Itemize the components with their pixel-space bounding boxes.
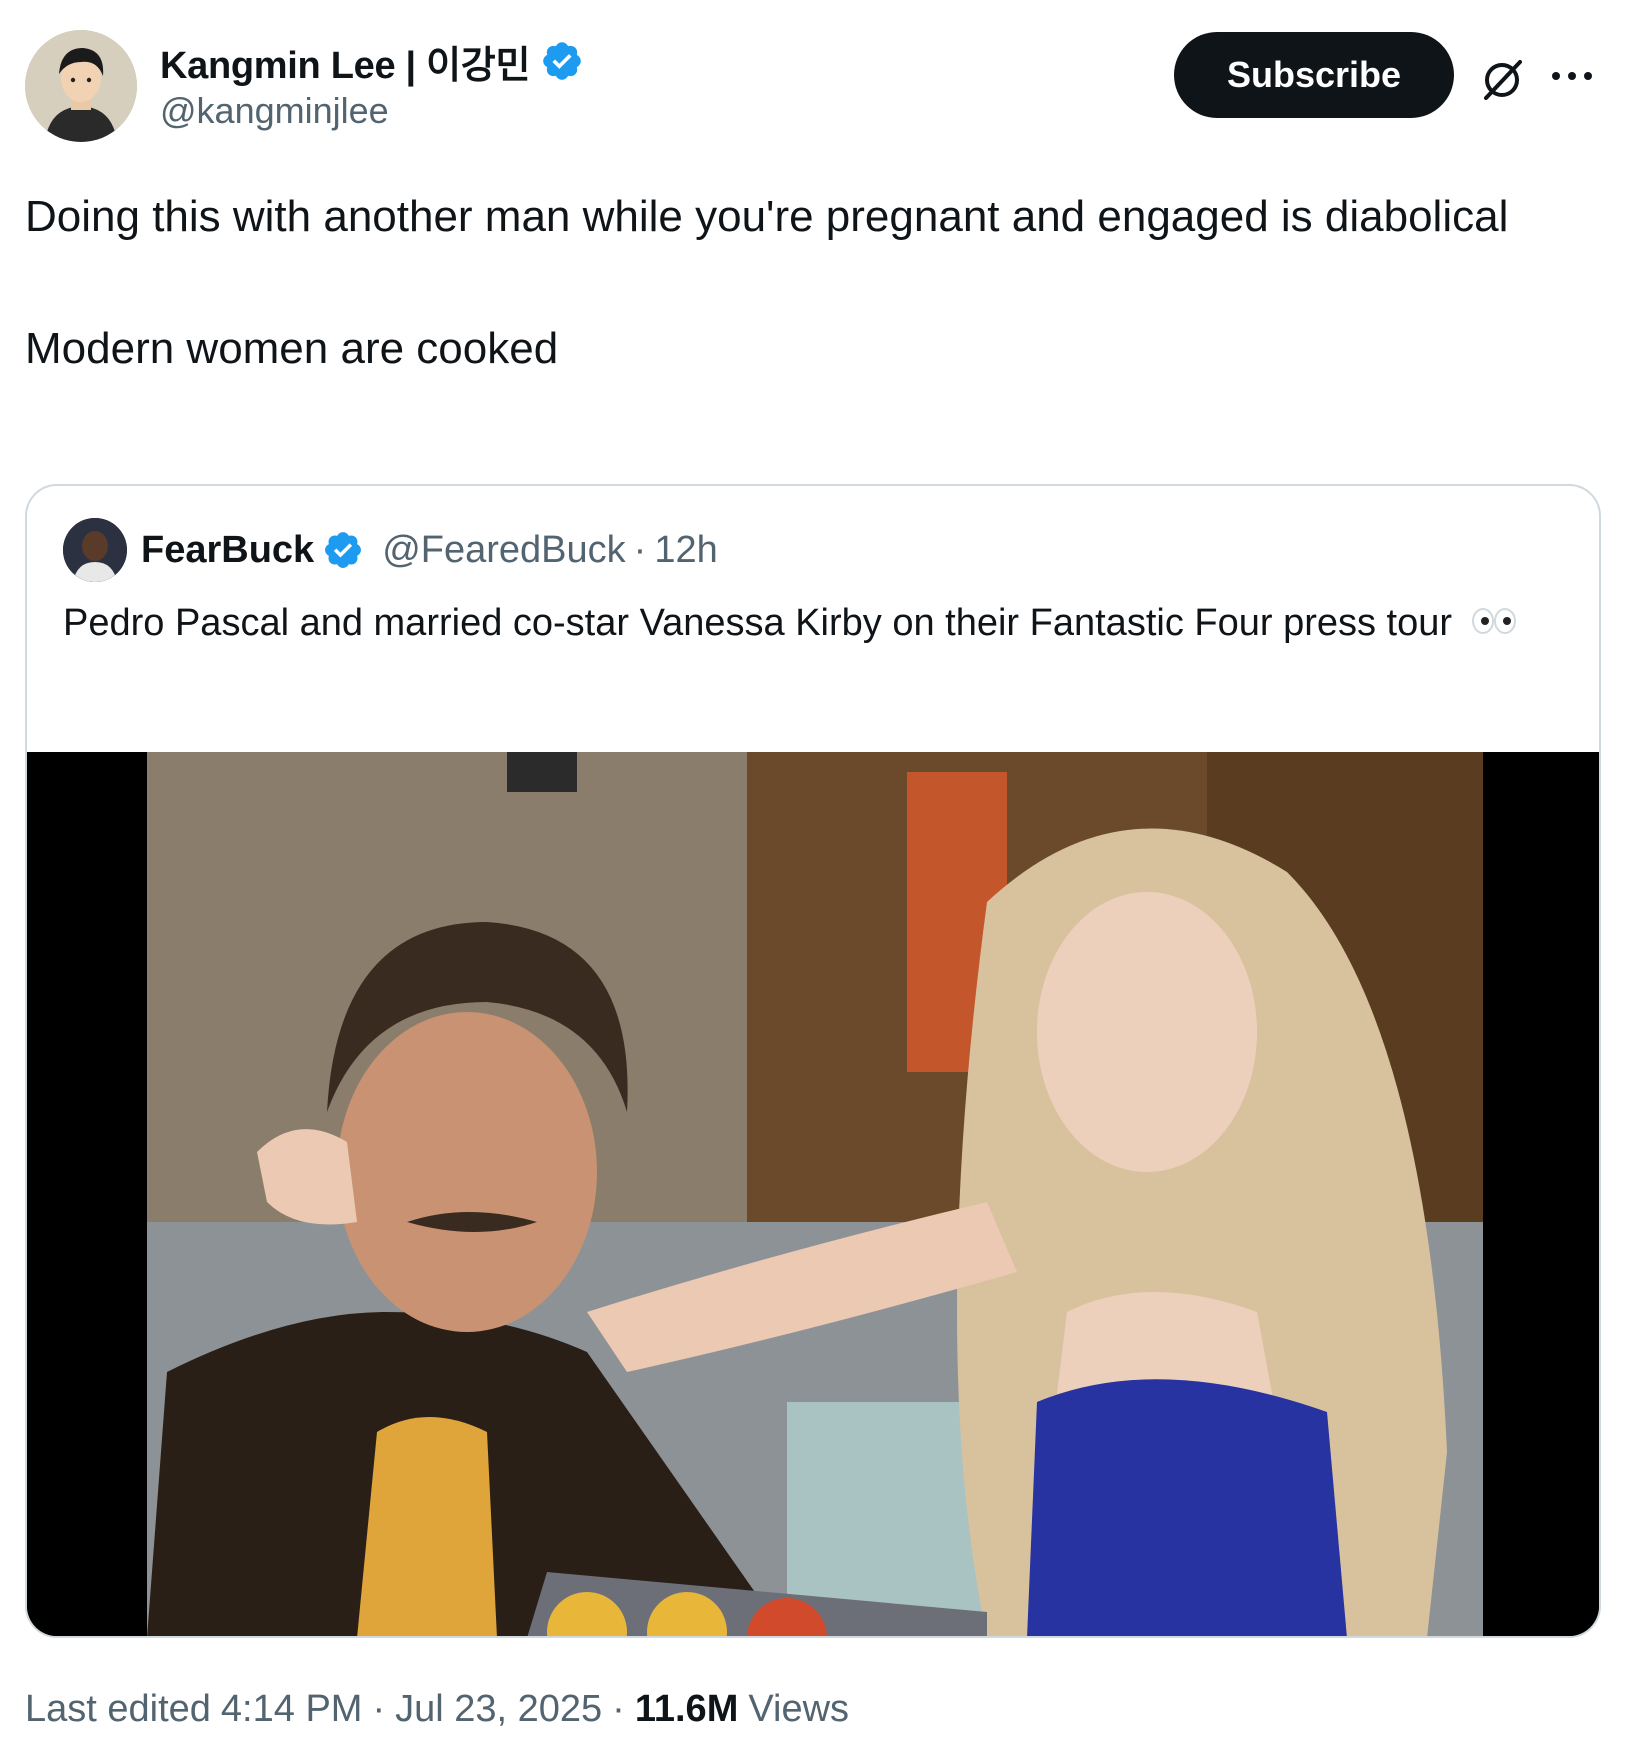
quoted-timestamp[interactable]: 12h (654, 529, 717, 572)
author-block: Kangmin Lee | 이강민 @kangminjlee (160, 36, 584, 132)
author-name[interactable]: Kangmin Lee | 이강민 (160, 34, 530, 89)
separator-dot: · (612, 1688, 625, 1730)
views-count: 11.6M (634, 1688, 739, 1730)
eyes-emoji-icon (1469, 596, 1519, 654)
author-handle[interactable]: @kangminjlee (160, 90, 584, 132)
tweet-time[interactable]: 4:14 PM (221, 1688, 363, 1731)
quoted-header: FearBuck @FearedBuck · 12h (141, 522, 718, 578)
separator-dot: · (372, 1688, 386, 1730)
quoted-author-avatar[interactable] (63, 518, 127, 582)
quoted-author-name[interactable]: FearBuck (141, 529, 314, 572)
verified-badge-icon (322, 529, 364, 571)
edited-label[interactable]: Last edited (25, 1688, 211, 1731)
more-horizontal-icon[interactable] (1548, 58, 1596, 94)
tweet-text: Doing this with another man while you're… (25, 184, 1585, 382)
author-avatar[interactable] (25, 30, 137, 142)
quoted-tweet-card[interactable]: FearBuck @FearedBuck · 12h Pedro Pascal … (25, 484, 1601, 1638)
quoted-text: Pedro Pascal and married co-star Vanessa… (63, 594, 1563, 654)
tweet-meta: Last edited 4:14 PM · Jul 23, 2025 · 11.… (25, 1688, 849, 1731)
tweet-date[interactable]: Jul 23, 2025 (395, 1688, 602, 1731)
video-thumbnail[interactable] (27, 752, 1599, 1636)
verified-badge-icon[interactable] (540, 39, 584, 83)
tweet-paragraph: Doing this with another man while you're… (25, 192, 1509, 241)
quoted-author-handle[interactable]: @FearedBuck (382, 529, 625, 572)
tweet: Kangmin Lee | 이강민 @kangminjlee Subscribe… (0, 0, 1628, 1764)
quoted-text-body: Pedro Pascal and married co-star Vanessa… (63, 602, 1453, 644)
separator-dot: · (633, 528, 647, 571)
tweet-paragraph: Modern women are cooked (25, 324, 559, 373)
subscribe-button[interactable]: Subscribe (1174, 32, 1454, 118)
grok-icon[interactable] (1478, 54, 1528, 104)
views-label: Views (748, 1688, 850, 1730)
